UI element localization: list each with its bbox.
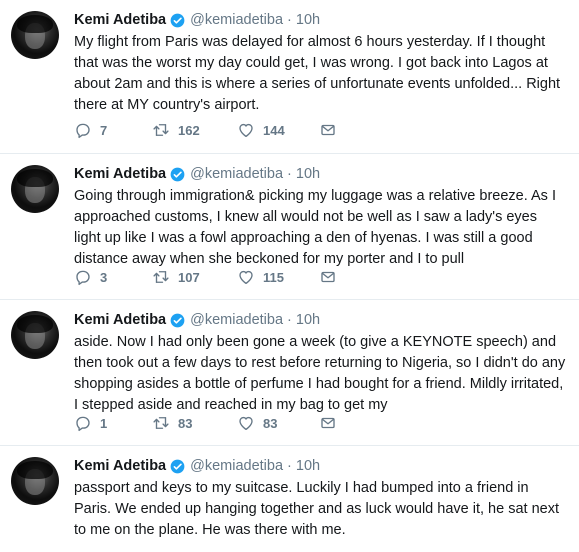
verified-badge-icon bbox=[170, 459, 185, 473]
tweet-text: passport and keys to my suitcase. Luckil… bbox=[74, 480, 559, 538]
heart-icon bbox=[239, 270, 253, 285]
author-handle[interactable]: @kemiadetiba bbox=[190, 456, 283, 476]
reply-count: 1 bbox=[100, 415, 108, 431]
direct-message-button[interactable] bbox=[319, 268, 337, 286]
heart-icon bbox=[239, 416, 253, 431]
direct-message-button[interactable] bbox=[319, 121, 337, 139]
separator-dot: · bbox=[287, 312, 292, 328]
verified-badge-icon bbox=[170, 13, 185, 27]
reply-button[interactable]: 1 bbox=[74, 414, 152, 432]
tweet[interactable]: Kemi Adetiba @kemiadetiba · 10h passport… bbox=[0, 446, 579, 552]
avatar[interactable] bbox=[11, 457, 59, 505]
retweet-icon bbox=[153, 271, 169, 283]
separator-dot: · bbox=[287, 166, 292, 182]
envelope-icon bbox=[321, 271, 335, 283]
verified-badge-icon bbox=[170, 313, 185, 327]
tweet-actions: 1 83 83 bbox=[74, 414, 337, 432]
reply-icon bbox=[76, 123, 90, 139]
author-name[interactable]: Kemi Adetiba bbox=[74, 456, 166, 476]
author-name[interactable]: Kemi Adetiba bbox=[74, 164, 166, 184]
envelope-icon bbox=[321, 417, 335, 429]
timestamp[interactable]: 10h bbox=[296, 456, 320, 476]
tweet-header: Kemi Adetiba @kemiadetiba · 10h bbox=[74, 456, 569, 476]
avatar[interactable] bbox=[11, 311, 59, 359]
heart-icon bbox=[239, 123, 253, 138]
envelope-icon bbox=[321, 124, 335, 136]
avatar[interactable] bbox=[11, 11, 59, 59]
tweet[interactable]: Kemi Adetiba @kemiadetiba · 10h aside. N… bbox=[0, 300, 579, 446]
like-count: 83 bbox=[263, 415, 278, 431]
like-button[interactable]: 83 bbox=[237, 414, 319, 432]
retweet-icon bbox=[153, 417, 169, 429]
retweet-count: 107 bbox=[178, 269, 200, 285]
tweet-text: aside. Now I had only been gone a week (… bbox=[74, 334, 566, 413]
avatar[interactable] bbox=[11, 165, 59, 213]
author-handle[interactable]: @kemiadetiba bbox=[190, 310, 283, 330]
reply-button[interactable]: 7 bbox=[74, 121, 152, 139]
retweet-button[interactable]: 83 bbox=[152, 414, 237, 432]
like-count: 144 bbox=[263, 122, 285, 138]
author-name[interactable]: Kemi Adetiba bbox=[74, 310, 166, 330]
timestamp[interactable]: 10h bbox=[296, 10, 320, 30]
author-name[interactable]: Kemi Adetiba bbox=[74, 10, 166, 30]
tweet[interactable]: Kemi Adetiba @kemiadetiba · 10h My fligh… bbox=[0, 0, 579, 154]
reply-count: 3 bbox=[100, 269, 108, 285]
timestamp[interactable]: 10h bbox=[296, 164, 320, 184]
like-button[interactable]: 144 bbox=[237, 121, 319, 139]
tweet-header: Kemi Adetiba @kemiadetiba · 10h bbox=[74, 164, 569, 184]
tweet-actions: 3 107 115 bbox=[74, 268, 337, 286]
direct-message-button[interactable] bbox=[319, 414, 337, 432]
reply-icon bbox=[76, 416, 90, 432]
author-handle[interactable]: @kemiadetiba bbox=[190, 164, 283, 184]
tweet-header: Kemi Adetiba @kemiadetiba · 10h bbox=[74, 310, 569, 330]
tweet-text: My flight from Paris was delayed for alm… bbox=[74, 34, 561, 113]
tweet-header: Kemi Adetiba @kemiadetiba · 10h bbox=[74, 10, 569, 30]
retweet-count: 162 bbox=[178, 122, 200, 138]
retweet-icon bbox=[153, 124, 169, 136]
reply-count: 7 bbox=[100, 122, 108, 138]
reply-button[interactable]: 3 bbox=[74, 268, 152, 286]
reply-icon bbox=[76, 270, 90, 286]
tweet[interactable]: Kemi Adetiba @kemiadetiba · 10h Going th… bbox=[0, 154, 579, 300]
tweet-text: Going through immigration& picking my lu… bbox=[74, 188, 556, 267]
timestamp[interactable]: 10h bbox=[296, 310, 320, 330]
retweet-button[interactable]: 162 bbox=[152, 121, 237, 139]
separator-dot: · bbox=[287, 458, 292, 474]
tweet-actions: 7 162 144 bbox=[74, 121, 337, 139]
like-count: 115 bbox=[263, 269, 284, 285]
author-handle[interactable]: @kemiadetiba bbox=[190, 10, 283, 30]
verified-badge-icon bbox=[170, 167, 185, 181]
like-button[interactable]: 115 bbox=[237, 268, 319, 286]
retweet-button[interactable]: 107 bbox=[152, 268, 237, 286]
separator-dot: · bbox=[287, 12, 292, 28]
tweet-thread: Kemi Adetiba @kemiadetiba · 10h My fligh… bbox=[0, 0, 579, 552]
retweet-count: 83 bbox=[178, 415, 193, 431]
